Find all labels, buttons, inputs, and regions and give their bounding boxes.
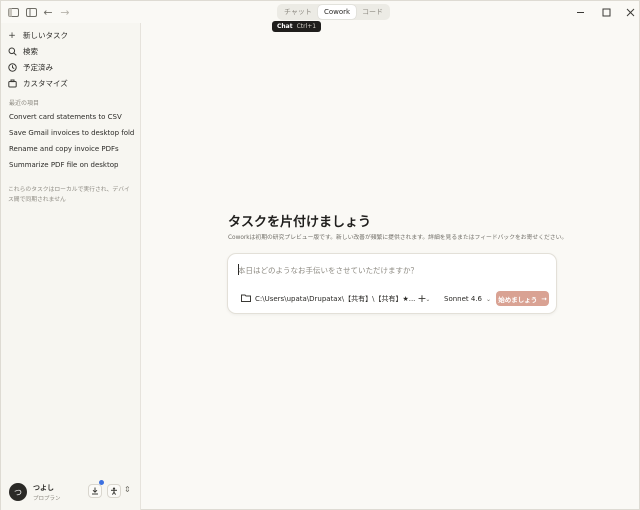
model-selector[interactable]: Sonnet 4.6 ⌄: [444, 293, 491, 305]
user-name: つよし: [33, 484, 54, 492]
person-icon: [111, 487, 117, 495]
mode-switch: チャット Cowork コード: [277, 4, 391, 20]
page-title: タスクを片付けましょう: [228, 215, 372, 230]
forward-arrow-icon[interactable]: →: [58, 5, 72, 19]
text-caret: [238, 264, 239, 275]
search-icon: [7, 47, 17, 57]
arrow-right-icon: →: [541, 294, 547, 303]
sidebar-item-label: 新しいタスク: [23, 31, 68, 40]
recent-item[interactable]: Convert card statements to CSV: [9, 110, 135, 124]
sidebar-item-label: カスタマイズ: [23, 79, 68, 88]
folder-icon: [241, 294, 251, 304]
download-button[interactable]: [88, 484, 102, 498]
tab-cowork[interactable]: Cowork: [317, 5, 357, 19]
user-plan: プロプラン: [33, 496, 61, 502]
recent-item[interactable]: Save Gmail invoices to desktop fold: [9, 126, 135, 140]
sidebar-item-new-task[interactable]: + 新しいタスク: [7, 28, 135, 43]
plus-icon: +: [417, 291, 427, 305]
briefcase-icon: [7, 79, 17, 89]
download-icon: [92, 487, 98, 495]
title-bar: ← → チャット Cowork コード: [1, 1, 639, 23]
main-content: タスクを片付けましょう Coworkは初期の研究プレビュー版です。新しい改善が頻…: [142, 23, 639, 510]
folder-path: C:\Users\upata\Drupatax\【共有】\【共有】★...: [255, 295, 416, 303]
plus-icon: +: [8, 30, 16, 41]
minimize-icon[interactable]: [573, 5, 587, 19]
chevron-down-icon: ⌄: [486, 295, 492, 303]
start-button[interactable]: 始めましょう →: [496, 291, 549, 306]
close-icon[interactable]: [623, 5, 637, 19]
sidebar-item-search[interactable]: 検索: [7, 44, 135, 59]
recent-item[interactable]: Summarize PDF file on desktop: [9, 158, 135, 172]
tab-chat[interactable]: チャット: [278, 5, 318, 19]
task-composer: C:\Users\upata\Drupatax\【共有】\【共有】★... ⌄ …: [227, 253, 557, 314]
folder-selector[interactable]: C:\Users\upata\Drupatax\【共有】\【共有】★... ⌄: [241, 293, 430, 305]
notification-dot: [99, 480, 104, 485]
tooltip-label: Chat: [277, 23, 293, 30]
tooltip: Chat Ctrl+1: [272, 21, 322, 32]
chevron-up-down-icon[interactable]: ⇕: [124, 485, 131, 494]
start-button-label: 始めましょう: [498, 295, 538, 304]
sidebar-item-scheduled[interactable]: 予定済み: [7, 60, 135, 75]
recents-label: 最近の項目: [9, 100, 40, 107]
preview-notice: Coworkは初期の研究プレビュー版です。新しい改善が頻繁に提供されます。詳細を…: [228, 235, 568, 241]
add-button[interactable]: +: [416, 291, 428, 305]
sidebar: + 新しいタスク 検索 予定済み カスタマイズ 最近の項目 Convert ca…: [1, 23, 141, 510]
tab-code[interactable]: コード: [356, 5, 389, 19]
app-window: ← → チャット Cowork コード Chat Ctrl+1 + 新しいタスク: [0, 0, 640, 510]
recent-item[interactable]: Rename and copy invoice PDFs: [9, 142, 135, 156]
user-panel[interactable]: つ つよし プロプラン ⇕: [7, 480, 135, 504]
clock-icon: [7, 63, 17, 73]
sidebar-item-label: 検索: [23, 47, 38, 56]
back-arrow-icon[interactable]: ←: [41, 5, 55, 19]
sidebar-toggle-icon[interactable]: [6, 5, 20, 19]
sidebar-item-label: 予定済み: [23, 63, 53, 72]
local-note: これらのタスクはローカルで実行され、デバイス間で同期されません: [8, 187, 130, 203]
accessibility-button[interactable]: [107, 484, 121, 498]
sidebar-item-customize[interactable]: カスタマイズ: [7, 76, 135, 91]
tooltip-shortcut: Ctrl+1: [296, 23, 317, 30]
task-input[interactable]: [238, 264, 538, 276]
avatar[interactable]: つ: [9, 483, 27, 501]
model-label: Sonnet 4.6: [444, 295, 483, 303]
maximize-icon[interactable]: [599, 5, 613, 19]
sidebar-panel-icon[interactable]: [24, 5, 38, 19]
